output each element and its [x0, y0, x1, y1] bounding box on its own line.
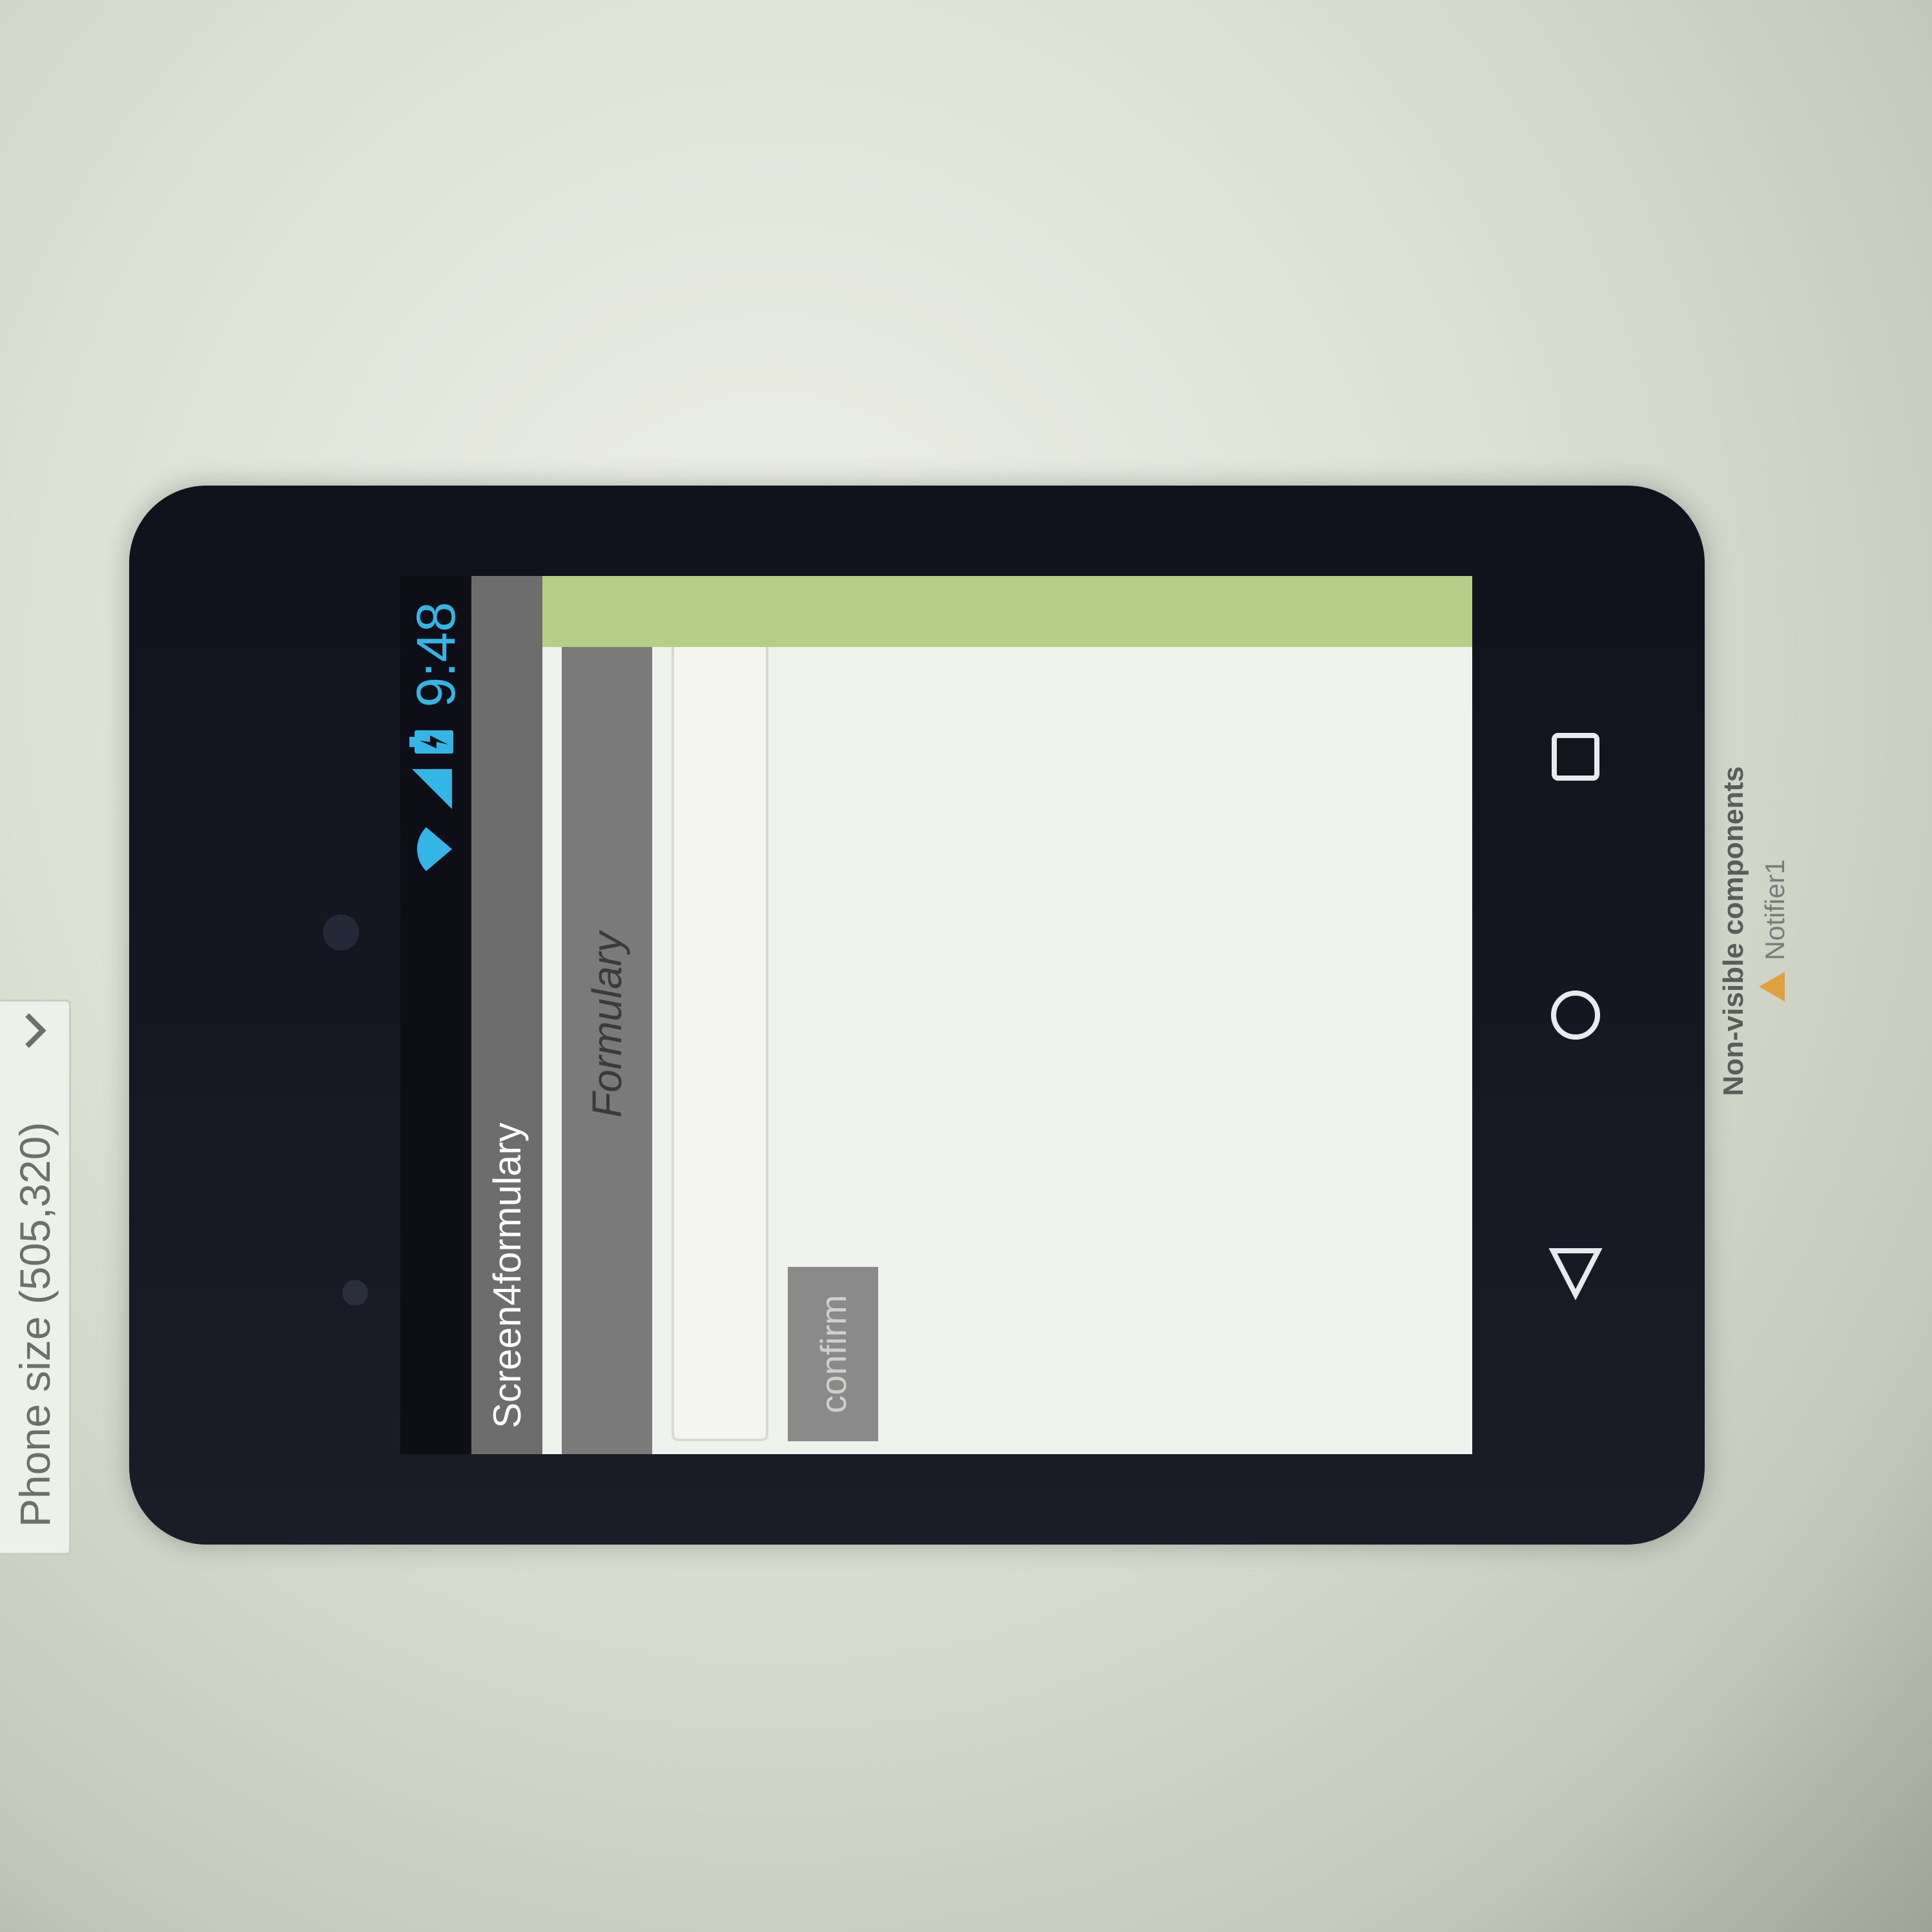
battery-icon: [405, 730, 468, 755]
recents-icon[interactable]: [1543, 724, 1608, 789]
phone-size-dropdown[interactable]: Phone size (505,320): [0, 1000, 71, 1555]
non-visible-components: Non-visible components Notifier1: [1718, 641, 1793, 1222]
screen-title: Screen4formulary: [485, 1122, 529, 1428]
wifi-icon: [405, 824, 468, 876]
front-camera: [323, 914, 359, 951]
screen-title-bar: Screen4formulary: [471, 576, 542, 1454]
confirm-button[interactable]: confirm: [788, 1267, 878, 1441]
back-icon[interactable]: [1543, 1241, 1608, 1306]
proximity-sensor: [342, 1280, 368, 1306]
phone-screen: 9:48 Screen4formulary Formulary confirm: [400, 576, 1472, 1454]
notifier-component[interactable]: Notifier1: [1758, 641, 1793, 1222]
formulary-label-text: Formulary: [584, 931, 630, 1118]
chevron-down-icon: [6, 1002, 64, 1060]
highlight-strip: [542, 576, 1472, 647]
clock-time: 9:48: [405, 602, 466, 708]
formulary-label: Formulary: [562, 595, 652, 1454]
text-input[interactable]: [672, 595, 768, 1441]
phone-frame: 9:48 Screen4formulary Formulary confirm: [129, 486, 1705, 1545]
status-bar: 9:48: [400, 576, 471, 1454]
signal-icon: [405, 767, 468, 812]
non-visible-heading: Non-visible components: [1718, 766, 1749, 1096]
notifier-label: Notifier1: [1760, 859, 1790, 961]
screen-content: Formulary confirm: [542, 576, 1472, 1454]
designer-viewer: Phone size (505,320) 9:48 Screen4formula…: [0, 0, 1932, 1932]
warning-icon: [1758, 971, 1793, 1003]
navigation-bar: [1472, 576, 1679, 1454]
home-icon[interactable]: [1543, 983, 1608, 1047]
phone-size-label: Phone size (505,320): [10, 1122, 59, 1527]
